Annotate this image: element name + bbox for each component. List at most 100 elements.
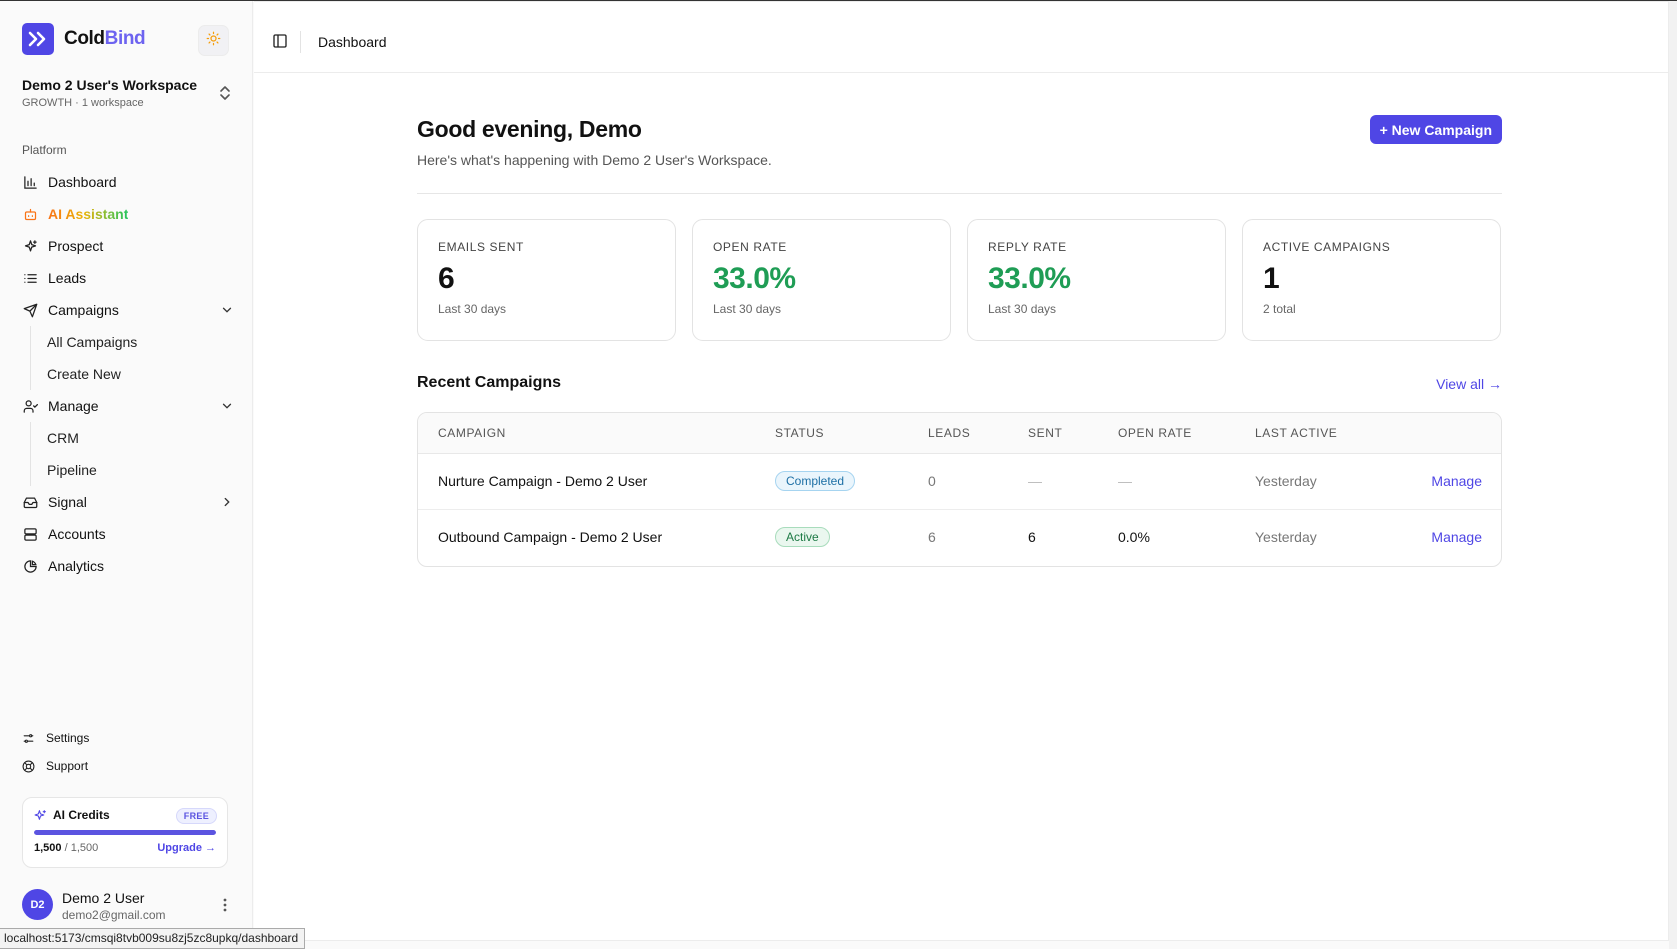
sidebar-item-leads[interactable]: Leads	[22, 262, 234, 294]
sidebar-item-prospect[interactable]: Prospect	[22, 230, 234, 262]
ai-credits-card: AI Credits FREE 1,500 / 1,500 Upgrade →	[22, 797, 228, 868]
last-active-value: Yesterday	[1255, 473, 1317, 489]
support-label: Support	[46, 759, 89, 773]
column-header-campaign[interactable]: CAMPAIGN	[438, 426, 506, 440]
stat-card-emails-sent: EMAILS SENT 6 Last 30 days	[417, 219, 676, 341]
sidebar-item-label: Campaigns	[48, 302, 119, 318]
sidebar-toggle-icon[interactable]	[272, 33, 288, 54]
sidebar-item-analytics[interactable]: Analytics	[22, 550, 234, 582]
bar-chart-icon	[22, 174, 38, 190]
stat-sub: 2 total	[1263, 302, 1296, 316]
sidebar-item-label: Signal	[48, 494, 87, 510]
sidebar-item-label: Prospect	[48, 238, 104, 254]
stat-label: EMAILS SENT	[438, 240, 524, 254]
sidebar-nav: Dashboard AI Assistant Prospect Leads Ca…	[22, 166, 234, 582]
upgrade-link[interactable]: Upgrade →	[157, 842, 216, 854]
last-active-value: Yesterday	[1255, 529, 1317, 545]
sidebar-item-label: Leads	[48, 270, 87, 286]
sidebar-item-dashboard[interactable]: Dashboard	[22, 166, 234, 198]
credits-used: 1,500	[34, 842, 62, 854]
breadcrumb: Dashboard	[318, 34, 387, 50]
credits-total: / 1,500	[64, 842, 99, 854]
manage-link[interactable]: Manage	[1431, 473, 1482, 489]
leads-count: 6	[928, 529, 936, 545]
credits-progress-bar	[34, 830, 216, 835]
sliders-icon	[22, 732, 38, 745]
sidebar-item-campaigns[interactable]: Campaigns	[22, 294, 234, 326]
nav-section-label: Platform	[22, 143, 67, 157]
sidebar-item-label: Analytics	[48, 558, 105, 574]
stat-card-open-rate: OPEN RATE 33.0% Last 30 days	[692, 219, 951, 341]
brand[interactable]: ColdBind	[22, 23, 146, 55]
workspace-switcher[interactable]: Demo 2 User's Workspace GROWTH · 1 works…	[22, 77, 232, 109]
stat-label: OPEN RATE	[713, 240, 787, 254]
page-scrollbar[interactable]	[1669, 1, 1677, 949]
sidebar-item-manage[interactable]: Manage	[22, 390, 234, 422]
more-vertical-icon[interactable]	[218, 897, 232, 918]
table-row[interactable]: Outbound Campaign - Demo 2 User Active 6…	[418, 510, 1501, 566]
stat-sub: Last 30 days	[988, 302, 1057, 316]
avatar: D2	[22, 889, 53, 920]
stat-sub: Last 30 days	[438, 302, 507, 316]
table-row[interactable]: Nurture Campaign - Demo 2 User Completed…	[418, 454, 1501, 510]
campaign-name[interactable]: Nurture Campaign - Demo 2 User	[438, 473, 647, 489]
campaigns-submenu: All Campaigns Create New	[30, 326, 234, 390]
chevron-down-icon[interactable]	[220, 399, 234, 416]
sidebar-item-crm[interactable]: CRM	[47, 422, 234, 454]
theme-toggle-button[interactable]	[198, 25, 229, 56]
sidebar-item-pipeline[interactable]: Pipeline	[47, 454, 234, 486]
brand-name: ColdBind	[64, 28, 146, 49]
settings-link[interactable]: Settings	[22, 724, 89, 752]
stat-value: 33.0%	[713, 262, 796, 295]
settings-label: Settings	[46, 731, 90, 745]
column-header-sent[interactable]: SENT	[1028, 426, 1062, 440]
manage-link[interactable]: Manage	[1431, 529, 1482, 545]
stat-label: ACTIVE CAMPAIGNS	[1263, 240, 1391, 254]
stat-value: 33.0%	[988, 262, 1071, 295]
sidebar-item-label: AI Assistant	[48, 206, 129, 222]
column-header-leads[interactable]: LEADS	[928, 426, 970, 440]
manage-submenu: CRM Pipeline	[30, 422, 234, 486]
stat-card-reply-rate: REPLY RATE 33.0% Last 30 days	[967, 219, 1226, 341]
sidebar-item-all-campaigns[interactable]: All Campaigns	[47, 326, 234, 358]
stat-value: 6	[438, 262, 455, 295]
stat-label: REPLY RATE	[988, 240, 1067, 254]
divider	[417, 193, 1502, 194]
credits-count: 1,500 / 1,500	[34, 842, 98, 854]
credits-progress-fill	[34, 830, 216, 835]
server-icon	[22, 526, 38, 542]
stats-row: EMAILS SENT 6 Last 30 days OPEN RATE 33.…	[417, 219, 1502, 341]
top-bar: Dashboard	[254, 2, 1668, 73]
sidebar: ColdBind Demo 2 User's Workspace GROWTH …	[0, 1, 253, 949]
support-link[interactable]: Support	[22, 752, 89, 780]
pie-chart-icon	[22, 558, 38, 574]
open-rate-value: 0.0%	[1118, 529, 1150, 545]
page-title: Good evening, Demo	[417, 116, 642, 142]
send-icon	[22, 302, 38, 318]
stat-value: 1	[1263, 262, 1280, 295]
sidebar-item-signal[interactable]: Signal	[22, 486, 234, 518]
user-profile[interactable]: D2 Demo 2 User demo2@gmail.com	[22, 889, 232, 923]
new-campaign-button[interactable]: + New Campaign	[1369, 115, 1502, 144]
sidebar-item-label: Manage	[48, 398, 99, 414]
page-subtitle: Here's what's happening with Demo 2 User…	[417, 152, 772, 168]
recent-campaigns-title: Recent Campaigns	[417, 374, 562, 391]
users-icon	[22, 398, 38, 414]
sun-icon	[206, 31, 221, 51]
bot-icon	[22, 206, 38, 222]
stat-card-active-campaigns: ACTIVE CAMPAIGNS 1 2 total	[1242, 219, 1501, 341]
column-header-open-rate[interactable]: OPEN RATE	[1118, 426, 1192, 440]
ai-credits-title: AI Credits	[53, 808, 110, 822]
chevron-right-icon[interactable]	[220, 495, 234, 512]
user-email: demo2@gmail.com	[62, 908, 166, 922]
sidebar-item-ai-assistant[interactable]: AI Assistant	[22, 198, 234, 230]
campaign-name[interactable]: Outbound Campaign - Demo 2 User	[438, 529, 662, 545]
workspace-plan: GROWTH · 1 workspace	[22, 97, 144, 109]
sidebar-item-create-new[interactable]: Create New	[47, 358, 234, 390]
view-all-link[interactable]: View all →	[1436, 376, 1502, 392]
sidebar-item-accounts[interactable]: Accounts	[22, 518, 234, 550]
column-header-last-active[interactable]: LAST ACTIVE	[1255, 426, 1337, 440]
workspace-name: Demo 2 User's Workspace	[22, 77, 198, 93]
column-header-status[interactable]: STATUS	[775, 426, 824, 440]
chevron-down-icon[interactable]	[220, 303, 234, 320]
